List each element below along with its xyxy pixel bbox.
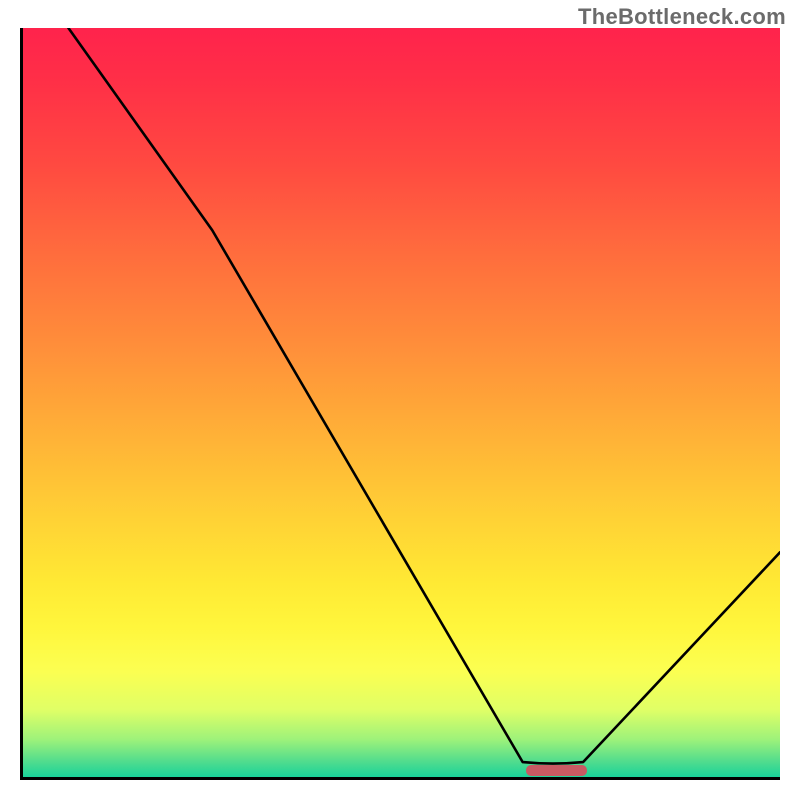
optimal-range-marker [526, 765, 587, 776]
bottleneck-curve [23, 28, 780, 777]
watermark-text: TheBottleneck.com [578, 4, 786, 30]
chart-container [20, 28, 780, 780]
